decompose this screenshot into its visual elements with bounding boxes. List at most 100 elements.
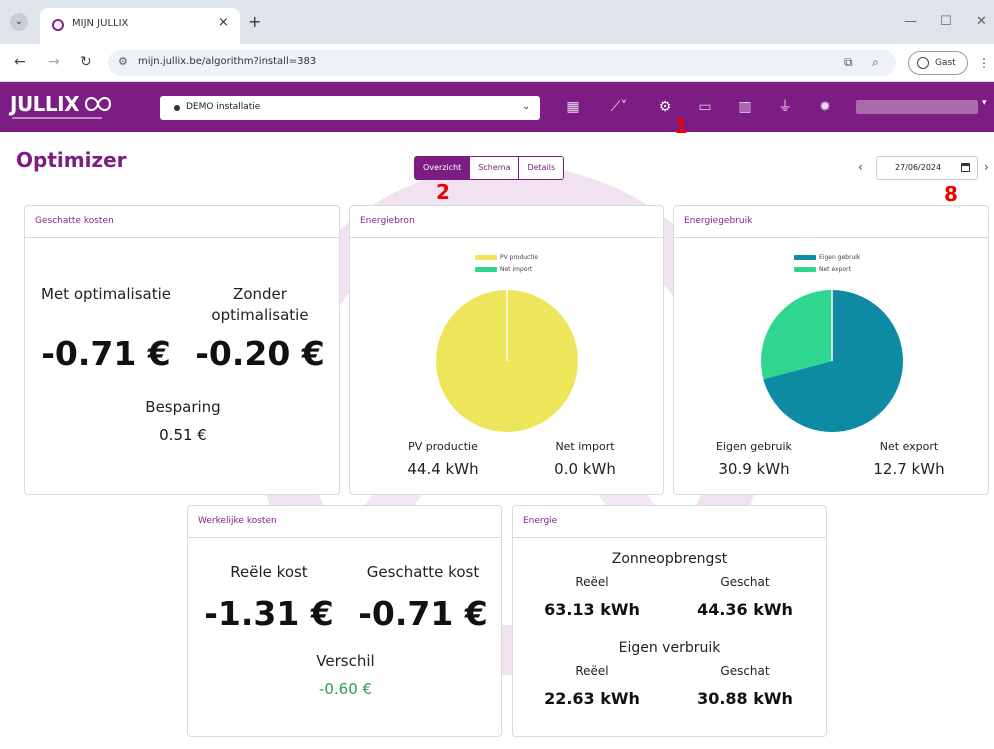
browser-tab[interactable]: MIJN JULLIX × [40,8,240,44]
building-icon[interactable]: ▥ [734,96,756,118]
eigen-gebruik-label: Eigen gebruik [716,440,792,453]
app-header: JULLIX DEMO installatie ⌄ ▦ ⟋˅ ⚙ ▭ ▥ ⏚ ✹… [0,82,994,132]
besparing-value: 0.51 € [159,426,207,444]
legend-label: Eigen gebruik [819,254,861,261]
zonneopbrengst-title: Zonneopbrengst [611,551,728,567]
legend-label: Net export [819,266,851,273]
net-export-value: 12.7 kWh [873,460,945,478]
reele-kost-label: Reële kost [230,563,308,581]
url-input[interactable]: ⚙ mijn.jullix.be/algorithm?install=383 ⧉… [108,50,896,76]
card-title: Werkelijke kosten [198,516,277,526]
energiebron-pie-chart[interactable] [435,289,579,433]
installation-name: DEMO installatie [186,102,261,112]
card-header: Energiebron [350,206,663,238]
legend-item[interactable]: Net export [794,266,851,273]
date-input[interactable]: 27/06/2024 [876,156,978,180]
card-energie: Energie Zonneopbrengst Reëel 63.13 kWh G… [512,505,827,737]
gear-icon[interactable]: ✹ [814,96,836,118]
new-tab-icon[interactable]: + [248,14,261,30]
met-optimalisatie-value: -0.71 € [41,334,171,373]
tab-close-icon[interactable]: × [218,15,229,30]
zoom-icon[interactable]: ⌕ [872,55,879,70]
verschil-label: Verschil [316,652,375,670]
zonder-optimalisatie-value: -0.20 € [195,334,325,373]
reload-icon[interactable]: ↻ [80,54,92,70]
pv-productie-value: 44.4 kWh [407,460,479,478]
forward-icon[interactable]: → [48,54,60,70]
tab-details[interactable]: Details [518,157,564,179]
geschatte-kost-label: Geschatte kost [366,563,480,581]
site-info-icon[interactable]: ⚙ [118,55,128,68]
tab-search-icon[interactable]: ⌄ [10,13,28,31]
favicon-icon [52,19,64,31]
minimize-icon[interactable]: — [904,14,917,29]
zon-reeel-label: Reëel [575,575,609,589]
browser-menu-icon[interactable]: ⋮ [978,56,990,70]
card-title: Energiegebruik [684,216,753,226]
zon-reeel-value: 63.13 kWh [544,600,640,619]
date-value: 27/06/2024 [895,163,942,172]
maximize-icon[interactable]: ☐ [940,14,952,29]
zon-geschat-value: 44.36 kWh [697,600,793,619]
card-geschatte-kosten: Geschatte kosten Met optimalisatie -0.71… [24,205,340,495]
zon-geschat-label: Geschat [720,575,770,589]
tab-schema[interactable]: Schema [469,157,519,179]
energiegebruik-pie-chart[interactable] [760,289,904,433]
page-title: Optimizer [16,148,127,172]
card-header: Energie [513,506,826,538]
battery-icon[interactable]: ▭ [694,96,716,118]
address-bar-row: ← → ↻ ⚙ mijn.jullix.be/algorithm?install… [0,44,994,82]
optimizer-icon[interactable]: ⚙ [654,96,676,118]
profile-icon [917,57,929,69]
eigen-gebruik-value: 30.9 kWh [718,460,790,478]
besparing-label: Besparing [145,398,221,416]
legend-label: Net import [500,266,533,273]
translate-icon[interactable]: ⧉ [844,55,853,70]
reele-kost-value: -1.31 € [204,594,334,633]
callout-8: 8 [944,182,958,206]
url-text: mijn.jullix.be/algorithm?install=383 [138,56,317,67]
legend-item[interactable]: Eigen gebruik [794,254,860,261]
net-export-label: Net export [879,440,939,453]
date-prev-icon[interactable]: ‹ [858,160,863,174]
jullix-logo[interactable]: JULLIX [10,92,80,116]
guest-profile-button[interactable]: Gast [908,51,968,75]
legend-swatch [475,267,497,272]
card-energiebron: Energiebron PV productie Net import PV p… [349,205,664,495]
legend-item[interactable]: Net import [475,266,532,273]
callout-2: 2 [436,180,450,204]
chart-icon[interactable]: ⟋˅ [602,96,636,118]
browser-tab-bar: ⌄ MIJN JULLIX × + — ☐ ✕ [0,0,994,44]
logo-mark-icon [84,97,112,111]
card-header: Energiegebruik [674,206,988,238]
legend-item[interactable]: PV productie [475,254,538,261]
tab-overzicht[interactable]: Overzicht [415,157,470,179]
user-menu[interactable] [856,100,978,114]
eigen-geschat-value: 30.88 kWh [697,689,793,708]
close-window-icon[interactable]: ✕ [976,14,987,29]
card-energiegebruik: Energiegebruik Eigen gebruik Net export … [673,205,989,495]
card-header: Werkelijke kosten [188,506,501,538]
plug-icon[interactable]: ⏚ [774,96,796,118]
callout-1: 1 [674,114,688,138]
calendar-icon[interactable] [961,163,970,172]
eigen-reeel-value: 22.63 kWh [544,689,640,708]
legend-swatch [475,255,497,260]
geschatte-kost-value: -0.71 € [358,594,488,633]
met-optimalisatie-label: Met optimalisatie [41,285,171,303]
legend-label: PV productie [500,254,539,261]
date-next-icon[interactable]: › [984,160,989,174]
dashboard-icon[interactable]: ▦ [562,96,584,118]
back-icon[interactable]: ← [14,54,26,70]
user-caret-icon: ▾ [982,98,987,108]
installation-select[interactable]: DEMO installatie ⌄ [160,96,540,120]
eigen-reeel-label: Reëel [575,664,609,678]
guest-label: Gast [935,58,956,68]
card-title: Energie [523,516,558,526]
net-import-value: 0.0 kWh [554,460,616,478]
zonder-optimalisatie-label: Zonder optimalisatie [211,285,309,324]
card-title: Geschatte kosten [35,216,114,226]
legend-swatch [794,267,816,272]
pv-productie-label: PV productie [408,440,478,453]
chevron-down-icon: ⌄ [522,101,531,112]
